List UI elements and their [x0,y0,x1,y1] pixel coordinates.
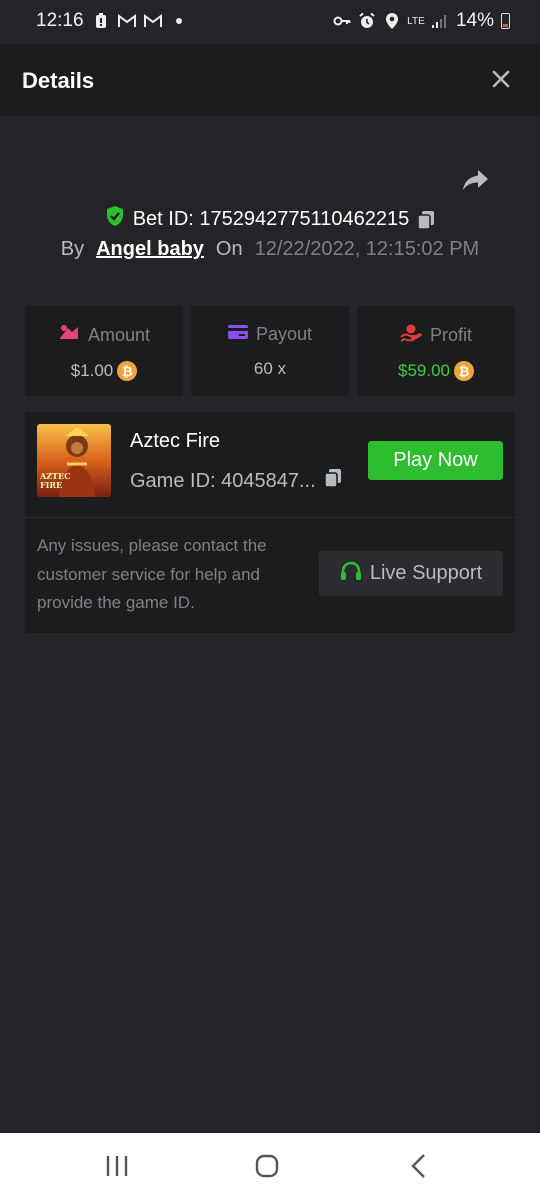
play-now-button[interactable]: Play Now [368,441,503,480]
alarm-icon [358,12,376,30]
money-hand-icon [400,324,423,347]
bet-id-row: Bet ID: 1752942775110462215 [0,205,540,233]
home-icon[interactable] [254,1153,284,1181]
page-title: Details [22,68,95,93]
share-icon[interactable] [462,168,490,194]
gmail-icon [143,12,162,30]
payout-value: 60 x [253,359,287,378]
battery-percent: 14% [455,10,494,31]
support-hint: Any issues, please contact the customer … [37,536,267,612]
amount-stat: Amount $1.00 ₿ [25,306,183,396]
bet-chip-icon [58,324,80,347]
profit-label: Profit [429,325,472,345]
game-card: AZTEC FIRE Aztec Fire Game ID: 4045847..… [25,412,515,633]
payout-stat: Payout 60 x [191,306,349,396]
close-icon[interactable] [488,66,514,92]
card-icon [227,324,248,345]
copy-icon[interactable] [323,468,342,494]
game-thumbnail[interactable]: AZTEC FIRE [37,424,111,497]
recents-icon[interactable] [104,1153,134,1181]
game-id: Game ID: 4045847... [130,469,316,492]
bet-stats: Amount $1.00 ₿ Payout 60 x Profit $59.00… [25,306,515,396]
live-support-label: Live Support [369,562,483,584]
status-time: 12:16 [36,10,84,31]
navigation-bar [0,1133,540,1200]
amount-value: $1.00 [70,361,114,380]
live-support-button[interactable]: Live Support [319,551,503,596]
copy-icon[interactable] [417,210,435,230]
back-icon[interactable] [406,1153,436,1181]
gmail-icon [117,12,136,30]
bitcoin-icon: ₿ [454,361,474,381]
battery-icon [501,13,510,29]
vpn-key-icon [333,12,351,30]
game-name: Aztec Fire [130,430,221,452]
battery-alert-icon [92,12,110,30]
on-label: On [215,238,243,260]
bitcoin-icon: ₿ [117,361,138,381]
headset-icon [340,561,362,587]
location-icon [383,12,401,30]
username-link[interactable]: Angel baby [96,238,204,261]
profit-value: $59.00 [398,361,450,380]
bet-id: Bet ID: 1752942775110462215 [132,207,410,230]
lte-icon: LTE [407,12,425,30]
game-summary: AZTEC FIRE Aztec Fire Game ID: 4045847..… [25,412,515,518]
lte-label: LTE [407,15,425,27]
details-header: Details [0,44,540,116]
amount-label: Amount [87,325,151,345]
by-label: By [60,238,85,260]
status-bar: 12:16 LTE 14% [0,0,540,44]
verified-shield-icon [105,205,125,233]
signal-icon [431,12,449,30]
bet-meta-row: By Angel baby On 12/22/2022, 12:15:02 PM [0,238,540,261]
game-id-row: Game ID: 4045847... [130,468,342,494]
bet-datetime: 12/22/2022, 12:15:02 PM [254,238,480,260]
profit-stat: Profit $59.00 ₿ [357,306,515,396]
thumbnail-caption: AZTEC FIRE [40,471,71,490]
payout-label: Payout [255,324,313,344]
dot-icon [170,12,188,30]
